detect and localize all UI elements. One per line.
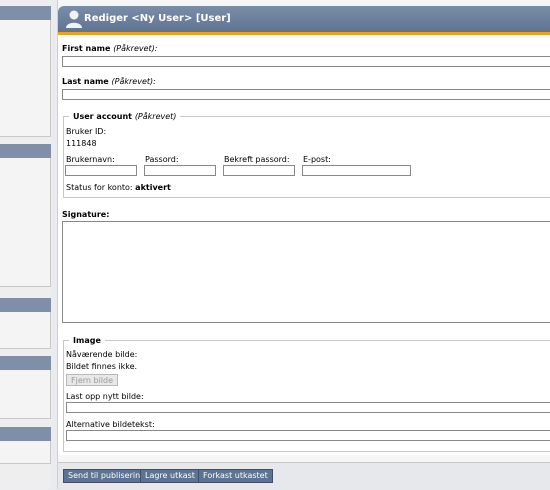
last-name-input[interactable] (62, 89, 550, 100)
username-input[interactable] (65, 165, 137, 176)
confirm-password-input[interactable] (223, 165, 295, 176)
action-bar: Send til publisering Lagre utkast Forkas… (58, 462, 550, 490)
alt-text-label: Alternative bildetekst: (66, 420, 155, 429)
password-input[interactable] (144, 165, 216, 176)
discard-draft-button[interactable]: Forkast utkastet (198, 469, 273, 483)
sidebar-panel (0, 370, 51, 419)
sidebar-panel-header (0, 298, 51, 312)
first-name-input[interactable] (62, 56, 550, 67)
account-status: Status for konto: aktivert (66, 183, 171, 192)
first-name-label: First name (Påkrevet): (62, 44, 158, 53)
window-titlebar: Rediger <Ny User> [User] (58, 6, 550, 32)
signature-label: Signature: (62, 210, 110, 219)
sidebar-panel-header (0, 6, 51, 20)
email-label: E-post: (303, 155, 331, 164)
signature-textarea[interactable] (62, 221, 550, 323)
sidebar-panel (0, 312, 51, 349)
left-sidebar (0, 0, 51, 489)
remove-image-button[interactable]: Fjern bilde (66, 374, 119, 386)
upload-image-input[interactable] (66, 402, 550, 413)
sidebar-panel (0, 441, 51, 464)
last-name-label: Last name (Påkrevet): (62, 77, 156, 86)
submit-for-publishing-button[interactable]: Send til publisering (63, 469, 151, 483)
sidebar-panel (0, 20, 51, 137)
user-id-value: 111848 (66, 139, 97, 148)
user-id-label: Bruker ID: (66, 127, 107, 136)
save-draft-button[interactable]: Lagre utkast (140, 469, 200, 483)
image-legend: Image (73, 336, 101, 345)
editor-window: Rediger <Ny User> [User] First name (Påk… (57, 0, 550, 490)
user-account-legend: User account (Påkrevet) (73, 112, 177, 121)
password-label: Passord: (145, 155, 179, 164)
upload-image-label: Last opp nytt bilde: (66, 392, 144, 401)
alt-text-input[interactable] (66, 430, 550, 441)
current-image-label: Nåværende bilde: (66, 350, 138, 359)
window-title: Rediger <Ny User> [User] (84, 13, 231, 24)
email-input[interactable] (302, 165, 411, 176)
sidebar-panel (0, 158, 51, 287)
confirm-password-label: Bekreft passord: (224, 155, 290, 164)
user-icon (66, 10, 82, 28)
form-content: First name (Påkrevet): Last name (Påkrev… (58, 35, 550, 455)
username-label: Brukernavn: (66, 155, 115, 164)
sidebar-panel-header (0, 356, 51, 370)
no-image-text: Bildet finnes ikke. (66, 362, 138, 371)
sidebar-panel-header (0, 427, 51, 441)
sidebar-panel-header (0, 144, 51, 158)
